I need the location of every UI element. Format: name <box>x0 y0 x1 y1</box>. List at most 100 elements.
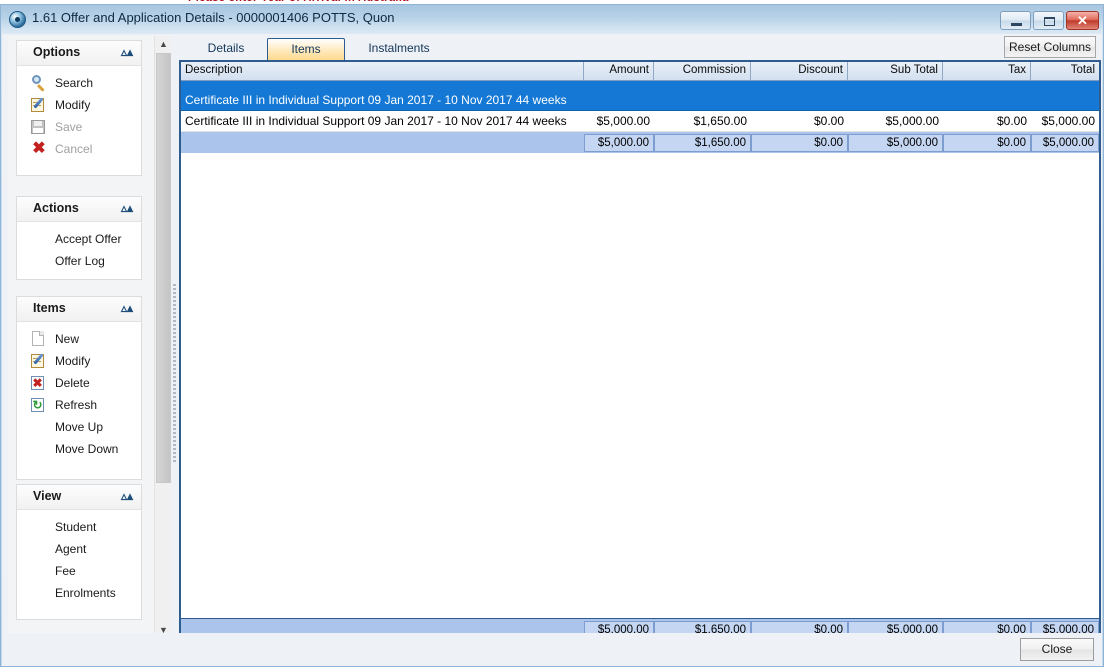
app-globe-icon <box>9 11 26 28</box>
sidebar-group-items: Items ▵▴ New Modify ✖ <box>16 296 142 480</box>
grid-group-row[interactable]: Certificate III in Individual Support 09… <box>181 81 1099 111</box>
summary-amount: $5,000.00 <box>584 134 654 152</box>
sidebar-item-label: Agent <box>55 538 86 560</box>
tab-label: Instalments <box>368 41 429 55</box>
tab-bar: Details Items Instalments <box>179 38 1101 60</box>
cell-commission: $1,650.00 <box>654 111 751 132</box>
modify-icon <box>31 353 47 369</box>
grid-group-summary-row: $5,000.00 $1,650.00 $0.00 $5,000.00 $0.0… <box>181 132 1099 153</box>
tab-label: Details <box>208 41 245 55</box>
table-row[interactable]: Certificate III in Individual Support 09… <box>181 111 1099 132</box>
cell-tax: $0.00 <box>943 111 1031 132</box>
summary-total: $5,000.00 <box>1031 134 1099 152</box>
window-controls: ✕ <box>1000 11 1099 30</box>
sidebar-group-view-title: View <box>33 489 61 503</box>
grid-group-spacer <box>943 92 1031 110</box>
sidebar-group-actions-header[interactable]: Actions ▵▴ <box>17 197 141 222</box>
sidebar-scrollbar[interactable]: ▲ ▼ <box>154 36 171 639</box>
sidebar-group-items-header[interactable]: Items ▵▴ <box>17 297 141 322</box>
sidebar-scrollbar-thumb[interactable] <box>156 53 171 483</box>
chevron-up-icon[interactable]: ▵▴ <box>121 200 133 216</box>
cell-amount: $5,000.00 <box>584 111 654 132</box>
sidebar-item-label: Move Up <box>55 416 103 438</box>
window-title: 1.61 Offer and Application Details - 000… <box>32 10 395 25</box>
sidebar-item-offer-log[interactable]: Offer Log <box>17 250 141 272</box>
tab-instalments[interactable]: Instalments <box>349 38 449 60</box>
maximize-button[interactable] <box>1033 11 1064 30</box>
sidebar-item-label: Move Down <box>55 438 118 460</box>
grid-group-label: Certificate III in Individual Support 09… <box>181 92 584 110</box>
minimize-button[interactable] <box>1000 11 1031 30</box>
reset-columns-button[interactable]: Reset Columns <box>1004 36 1096 58</box>
grid-column-header-sub-total[interactable]: Sub Total <box>848 62 943 80</box>
grid-column-header-discount[interactable]: Discount <box>751 62 848 80</box>
sidebar-item-cancel: ✖ Cancel <box>17 138 141 160</box>
cell-total: $5,000.00 <box>1031 111 1099 132</box>
sidebar-group-options-body: Search Modify Save ✖ Cancel <box>17 66 141 168</box>
sidebar-group-view-header[interactable]: View ▵▴ <box>17 485 141 510</box>
sidebar-item-refresh[interactable]: ↻ Refresh <box>17 394 141 416</box>
sidebar-item-delete[interactable]: ✖ Delete <box>17 372 141 394</box>
sidebar-item-label: Cancel <box>55 138 92 160</box>
items-grid: Description Amount Commission Discount S… <box>179 60 1101 643</box>
grid-column-header-commission[interactable]: Commission <box>654 62 751 80</box>
sidebar-item-move-down[interactable]: Move Down <box>17 438 141 460</box>
sidebar-item-label: Delete <box>55 372 90 394</box>
grid-group-spacer <box>584 92 654 110</box>
sidebar-item-label: Modify <box>55 350 90 372</box>
tab-items[interactable]: Items <box>267 38 345 60</box>
save-icon <box>31 119 47 135</box>
content-area: Details Items Instalments Reset Columns … <box>179 34 1101 666</box>
sidebar-item-label: New <box>55 328 79 350</box>
grid-column-header-description[interactable]: Description <box>181 62 584 80</box>
new-document-icon <box>31 331 47 347</box>
sidebar-scrollbar-track[interactable] <box>155 53 172 622</box>
sidebar-group-items-title: Items <box>33 301 66 315</box>
chevron-up-icon[interactable]: ▵▴ <box>121 300 133 316</box>
sidebar-item-modify-2[interactable]: Modify <box>17 350 141 372</box>
grid-column-header-total[interactable]: Total <box>1031 62 1099 80</box>
cell-description: Certificate III in Individual Support 09… <box>181 111 584 132</box>
tab-details[interactable]: Details <box>179 38 273 60</box>
sidebar-item-label: Refresh <box>55 394 97 416</box>
summary-discount: $0.00 <box>751 134 848 152</box>
close-icon: ✕ <box>1067 12 1098 29</box>
dialog-footer: Close <box>2 633 1102 665</box>
cell-discount: $0.00 <box>751 111 848 132</box>
grid-column-header-amount[interactable]: Amount <box>584 62 654 80</box>
close-window-button[interactable]: ✕ <box>1066 11 1099 30</box>
panel-splitter[interactable] <box>171 36 179 639</box>
sidebar-item-new[interactable]: New <box>17 328 141 350</box>
chevron-up-icon[interactable]: ▵▴ <box>121 44 133 60</box>
sidebar-group-actions-body: Accept Offer Offer Log <box>17 222 141 280</box>
client-area: Options ▵▴ Search Modify <box>2 34 1102 666</box>
sidebar-group-view-body: Student Agent Fee Enrolments <box>17 510 141 612</box>
grid-body: Certificate III in Individual Support 09… <box>181 81 1099 153</box>
sidebar-item-enrolments[interactable]: Enrolments <box>17 582 141 604</box>
sidebar-item-modify[interactable]: Modify <box>17 94 141 116</box>
grid-header-row: Description Amount Commission Discount S… <box>181 62 1099 81</box>
window-frame: 1.61 Offer and Application Details - 000… <box>0 4 1104 667</box>
minimize-icon <box>1011 23 1022 26</box>
modify-icon <box>31 97 47 113</box>
sidebar-item-label: Fee <box>55 560 76 582</box>
sidebar-group-actions: Actions ▵▴ Accept Offer Offer Log <box>16 196 142 280</box>
refresh-icon: ↻ <box>31 397 47 413</box>
grid-group-spacer <box>1031 92 1099 110</box>
summary-commission: $1,650.00 <box>654 134 751 152</box>
sidebar-item-agent[interactable]: Agent <box>17 538 141 560</box>
splitter-grip-icon <box>173 284 177 462</box>
scroll-up-arrow-icon[interactable]: ▲ <box>155 36 172 53</box>
close-button[interactable]: Close <box>1020 638 1094 661</box>
chevron-up-icon[interactable]: ▵▴ <box>121 488 133 504</box>
sidebar-group-items-body: New Modify ✖ Delete ↻ Refresh <box>17 322 141 468</box>
search-icon <box>31 75 47 91</box>
sidebar-item-fee[interactable]: Fee <box>17 560 141 582</box>
grid-group-spacer <box>751 92 848 110</box>
sidebar-item-accept-offer[interactable]: Accept Offer <box>17 228 141 250</box>
sidebar-group-options-header[interactable]: Options ▵▴ <box>17 41 141 66</box>
sidebar-item-move-up[interactable]: Move Up <box>17 416 141 438</box>
sidebar-item-student[interactable]: Student <box>17 516 141 538</box>
sidebar-item-search[interactable]: Search <box>17 72 141 94</box>
grid-column-header-tax[interactable]: Tax <box>943 62 1031 80</box>
